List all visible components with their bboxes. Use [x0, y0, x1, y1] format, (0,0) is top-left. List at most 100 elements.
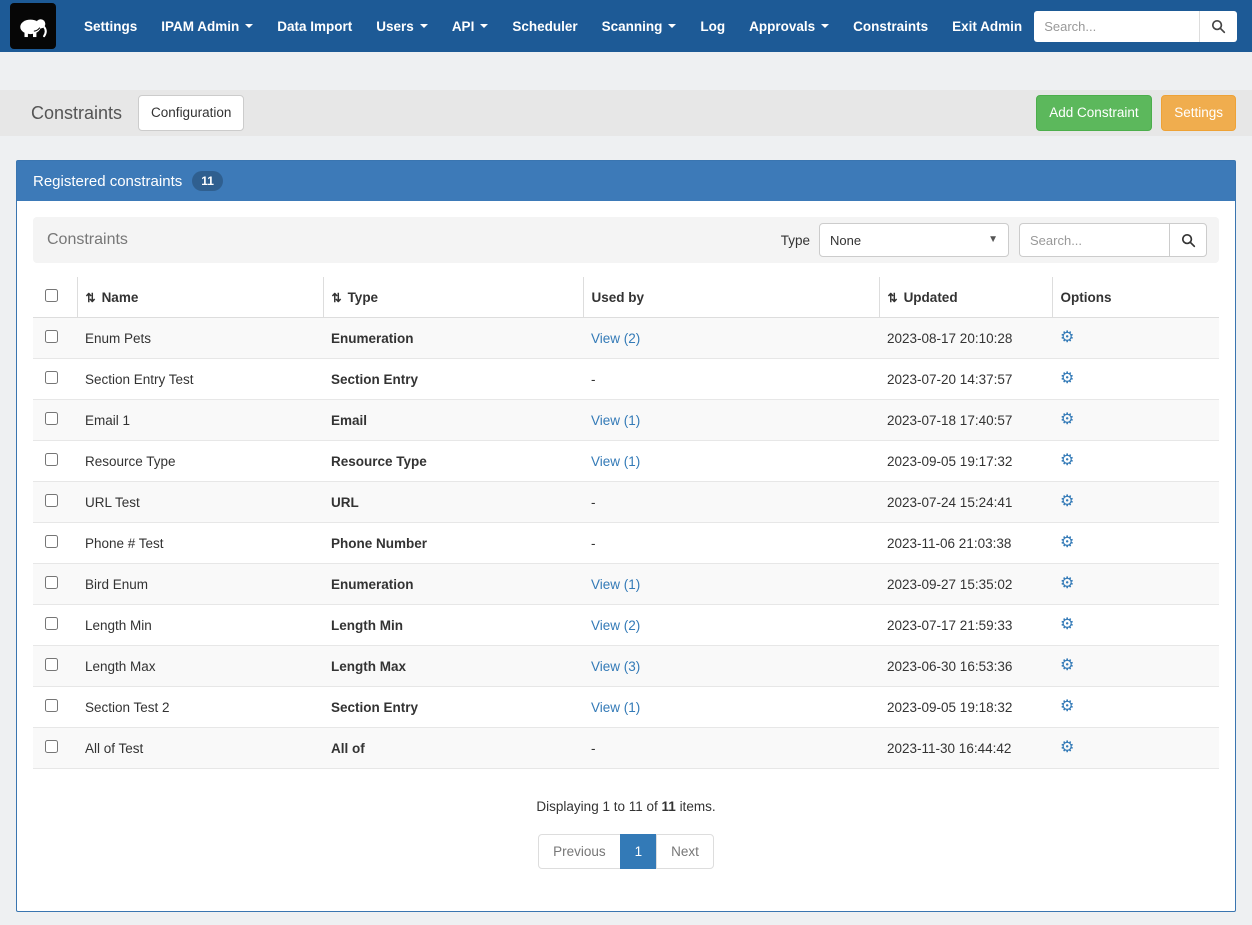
settings-button[interactable]: Settings — [1161, 95, 1236, 131]
caret-down-icon — [245, 24, 254, 28]
mammoth-icon — [20, 19, 47, 38]
constraint-name: Section Test 2 — [77, 686, 323, 728]
constraint-name: Bird Enum — [77, 563, 323, 605]
row-checkbox[interactable] — [45, 330, 58, 343]
count-badge: 11 — [192, 171, 223, 191]
configuration-button[interactable]: Configuration — [138, 95, 245, 131]
gear-icon[interactable]: ⚙ — [1060, 493, 1074, 510]
table-row: Enum Pets Enumeration View (2) 2023-08-1… — [33, 317, 1219, 359]
column-header-updated[interactable]: ⇅ Updated — [878, 277, 1052, 318]
pagination-next[interactable]: Next — [656, 834, 714, 869]
nav-item-api[interactable]: API — [440, 0, 501, 52]
column-header-label: Updated — [903, 289, 958, 305]
nav-label: IPAM Admin — [161, 18, 240, 34]
used-by-link[interactable]: View (2) — [591, 618, 640, 633]
table-row: URL Test URL - 2023-07-24 15:24:41 ⚙ — [33, 481, 1219, 523]
constraint-type: All of — [323, 727, 583, 769]
constraints-search-input[interactable] — [1019, 223, 1169, 257]
add-constraint-button[interactable]: Add Constraint — [1036, 95, 1152, 131]
navbar-search-button[interactable] — [1199, 10, 1238, 42]
row-checkbox[interactable] — [45, 494, 58, 507]
row-checkbox[interactable] — [45, 371, 58, 384]
nav-label: Log — [700, 18, 726, 34]
used-by-link[interactable]: View (1) — [591, 577, 640, 592]
nav-label: Approvals — [749, 18, 816, 34]
panel-heading: Registered constraints 11 — [17, 161, 1235, 201]
row-checkbox[interactable] — [45, 658, 58, 671]
sort-icon[interactable]: ⇅ — [888, 291, 898, 305]
type-filter-select[interactable]: None ▼ — [819, 223, 1009, 257]
constraint-name: Enum Pets — [77, 317, 323, 359]
nav-item-approvals[interactable]: Approvals — [737, 0, 841, 52]
table-row: Section Test 2 Section Entry View (1) 20… — [33, 686, 1219, 728]
nav-item-settings[interactable]: Settings — [72, 0, 149, 52]
select-all-checkbox[interactable] — [45, 289, 58, 302]
constraint-updated: 2023-07-17 21:59:33 — [879, 604, 1052, 646]
column-header-type[interactable]: ⇅ Type — [322, 277, 583, 318]
constraint-type: Length Min — [323, 604, 583, 646]
panel-body: Constraints Type None ▼ Search... ⇅ Name… — [17, 201, 1235, 911]
constraint-name: Length Min — [77, 604, 323, 646]
gear-icon[interactable]: ⚙ — [1060, 739, 1074, 756]
toolbar-title: Constraints — [47, 231, 128, 248]
used-by-link[interactable]: View (1) — [591, 700, 640, 715]
nav-item-scheduler[interactable]: Scheduler — [500, 0, 589, 52]
type-filter-label: Type — [780, 232, 810, 248]
gear-icon[interactable]: ⚙ — [1060, 452, 1074, 469]
sort-icon[interactable]: ⇅ — [86, 291, 96, 305]
gear-icon[interactable]: ⚙ — [1060, 329, 1074, 346]
row-checkbox[interactable] — [45, 576, 58, 589]
row-checkbox[interactable] — [45, 699, 58, 712]
constraint-type: Resource Type — [323, 440, 583, 482]
pagination-previous[interactable]: Previous — [538, 834, 621, 869]
used-by-link[interactable]: View (1) — [591, 454, 640, 469]
used-by-link[interactable]: View (3) — [591, 659, 640, 674]
gear-icon[interactable]: ⚙ — [1060, 698, 1074, 715]
nav-item-data-import[interactable]: Data Import — [265, 0, 364, 52]
gear-icon[interactable]: ⚙ — [1060, 411, 1074, 428]
nav-item-constraints[interactable]: Constraints — [841, 0, 940, 52]
row-checkbox[interactable] — [45, 740, 58, 753]
caret-down-icon — [821, 24, 830, 28]
constraint-name: Section Entry Test — [77, 358, 323, 400]
used-by-link: - — [591, 535, 596, 551]
constraint-updated: 2023-09-05 19:17:32 — [879, 440, 1052, 482]
logo-mammoth-icon[interactable] — [10, 3, 56, 49]
sort-icon[interactable]: ⇅ — [332, 291, 342, 305]
row-checkbox[interactable] — [45, 412, 58, 425]
row-checkbox[interactable] — [45, 617, 58, 630]
nav-item-ipam-admin[interactable]: IPAM Admin — [149, 0, 265, 52]
gear-icon[interactable]: ⚙ — [1060, 657, 1074, 674]
pagination: Previous 1 Next — [33, 834, 1219, 869]
gear-icon[interactable]: ⚙ — [1060, 575, 1074, 592]
constraint-updated: 2023-11-30 16:44:42 — [879, 727, 1052, 769]
used-by-link[interactable]: View (1) — [591, 413, 640, 428]
navbar-search-input[interactable] — [1034, 10, 1200, 42]
constraint-type: Section Entry — [323, 358, 583, 400]
panel-title: Registered constraints — [33, 172, 183, 190]
nav-label: Scheduler — [512, 18, 578, 34]
gear-icon[interactable]: ⚙ — [1060, 616, 1074, 633]
gear-icon[interactable]: ⚙ — [1060, 534, 1074, 551]
constraint-type: Email — [323, 399, 583, 441]
pagination-page-1[interactable]: 1 — [619, 834, 658, 869]
used-by-link[interactable]: View (2) — [591, 331, 640, 346]
column-header-used-by: Used by — [582, 277, 879, 318]
column-header-options: Options — [1051, 277, 1219, 318]
nav-item-log[interactable]: Log — [688, 0, 737, 52]
used-by-link: - — [591, 740, 596, 756]
constraint-name: URL Test — [77, 481, 323, 523]
nav-item-exit-admin[interactable]: Exit Admin — [940, 0, 1034, 52]
gear-icon[interactable]: ⚙ — [1060, 370, 1074, 387]
results-summary-suffix: items. — [679, 799, 716, 814]
nav-item-users[interactable]: Users — [364, 0, 440, 52]
column-header-name[interactable]: ⇅ Name — [76, 277, 323, 318]
row-checkbox[interactable] — [45, 535, 58, 548]
constraint-updated: 2023-11-06 21:03:38 — [879, 522, 1052, 564]
caret-down-icon — [419, 24, 428, 28]
constraint-type: Phone Number — [323, 522, 583, 564]
nav-item-scanning[interactable]: Scanning — [590, 0, 689, 52]
constraints-search-button[interactable] — [1169, 223, 1207, 257]
row-checkbox[interactable] — [45, 453, 58, 466]
constraint-updated: 2023-07-24 15:24:41 — [879, 481, 1052, 523]
